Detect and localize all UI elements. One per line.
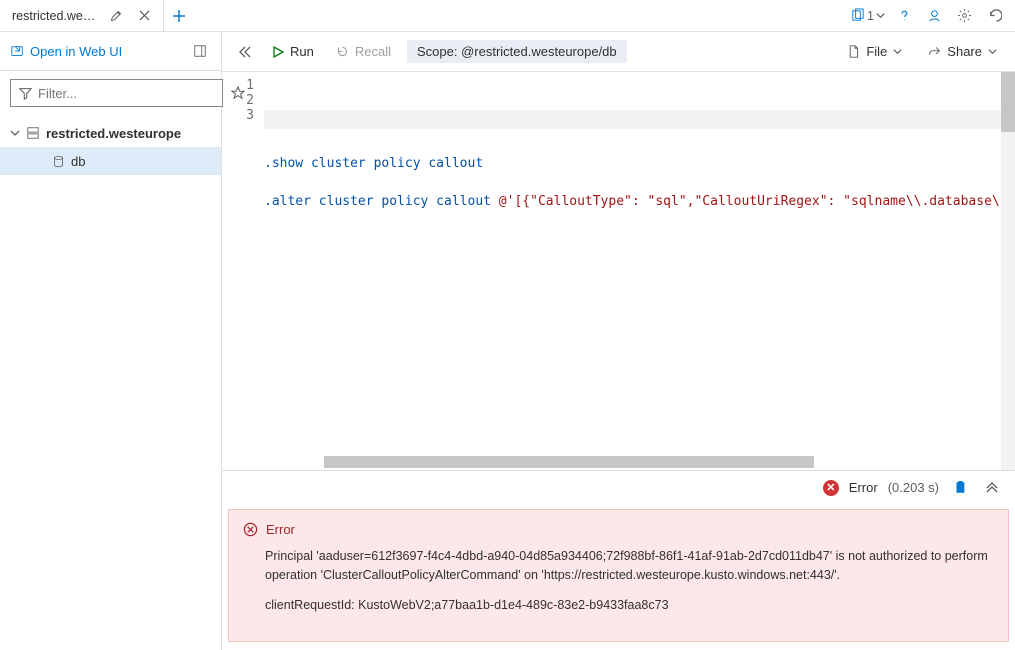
open-in-web-link[interactable]: Open in Web UI <box>10 44 183 59</box>
help-icon[interactable] <box>893 5 915 27</box>
code-line-3-cmd: .alter cluster policy callout <box>264 194 491 209</box>
file-label: File <box>866 44 887 59</box>
connection-tree: restricted.westeurope db <box>0 115 221 179</box>
collapse-results-icon[interactable] <box>981 477 1003 499</box>
horizontal-scrollbar-thumb[interactable] <box>324 456 814 468</box>
code-editor[interactable]: 123 .show cluster policy callout .alter … <box>222 72 1015 470</box>
filter-input-wrapper[interactable] <box>10 79 223 107</box>
copy-button[interactable]: 1 <box>850 8 885 23</box>
vertical-scrollbar[interactable] <box>1001 72 1015 470</box>
panel-toggle-icon[interactable] <box>189 40 211 62</box>
file-menu[interactable]: File <box>841 40 908 63</box>
share-menu[interactable]: Share <box>922 40 1003 63</box>
filter-input[interactable] <box>38 86 214 101</box>
new-tab-button[interactable] <box>168 5 190 27</box>
timing-label: (0.203 s) <box>888 480 939 495</box>
error-status-icon: ✕ <box>823 480 839 496</box>
collapse-left-icon[interactable] <box>234 41 256 63</box>
copy-count: 1 <box>867 9 874 23</box>
pencil-icon[interactable] <box>105 5 127 27</box>
tab-bar: restricted.westeur... 1 <box>0 0 1015 32</box>
tab-title: restricted.westeur... <box>12 9 99 23</box>
chevron-down-icon <box>10 128 20 138</box>
scope-pill[interactable]: Scope: @restricted.westeurope/db <box>407 40 627 63</box>
error-icon <box>243 522 258 537</box>
horizontal-scrollbar[interactable] <box>264 456 1001 468</box>
settings-icon[interactable] <box>953 5 975 27</box>
error-message-1: Principal 'aaduser=612f3697-f4c4-4dbd-a9… <box>265 547 994 586</box>
open-in-web-label: Open in Web UI <box>30 44 122 59</box>
top-right-controls: 1 <box>850 5 1011 27</box>
error-message-2: clientRequestId: KustoWebV2;a77baa1b-d1e… <box>265 596 994 615</box>
scope-value: @restricted.westeurope/db <box>461 44 617 59</box>
recall-label: Recall <box>355 44 391 59</box>
scope-label: Scope: <box>417 44 457 59</box>
recall-button[interactable]: Recall <box>330 40 397 63</box>
database-icon <box>52 155 65 168</box>
code-area[interactable]: .show cluster policy callout .alter clus… <box>264 72 1015 470</box>
cluster-label: restricted.westeurope <box>46 126 181 141</box>
share-label: Share <box>947 44 982 59</box>
filter-icon <box>19 87 32 100</box>
code-line-1: .show cluster policy callout <box>264 156 483 171</box>
results-panel: ✕ Error (0.203 s) Error Principal 'aadus… <box>222 470 1015 650</box>
tree-db-row[interactable]: db <box>0 147 221 175</box>
db-label: db <box>71 154 85 169</box>
cluster-icon <box>26 126 40 140</box>
run-label: Run <box>290 44 314 59</box>
tree-cluster-row[interactable]: restricted.westeurope <box>0 119 221 147</box>
vertical-scrollbar-thumb[interactable] <box>1001 72 1015 132</box>
error-panel: Error Principal 'aaduser=612f3697-f4c4-4… <box>228 509 1009 642</box>
line-gutter: 123 <box>222 72 264 470</box>
clipboard-icon[interactable] <box>949 477 971 499</box>
feedback-icon[interactable] <box>923 5 945 27</box>
editor-toolbar: Run Recall Scope: @restricted.westeurope… <box>222 32 1015 72</box>
status-label: Error <box>849 480 878 495</box>
run-button[interactable]: Run <box>266 40 320 63</box>
close-icon[interactable] <box>133 5 155 27</box>
undo-icon[interactable] <box>983 5 1005 27</box>
tab-query[interactable]: restricted.westeur... <box>4 0 164 31</box>
error-title: Error <box>266 522 295 537</box>
sidebar: Open in Web UI restricted.westeurope <box>0 32 222 650</box>
code-line-3-rest: @'[{"CalloutType": "sql","CalloutUriRege… <box>491 194 1000 209</box>
